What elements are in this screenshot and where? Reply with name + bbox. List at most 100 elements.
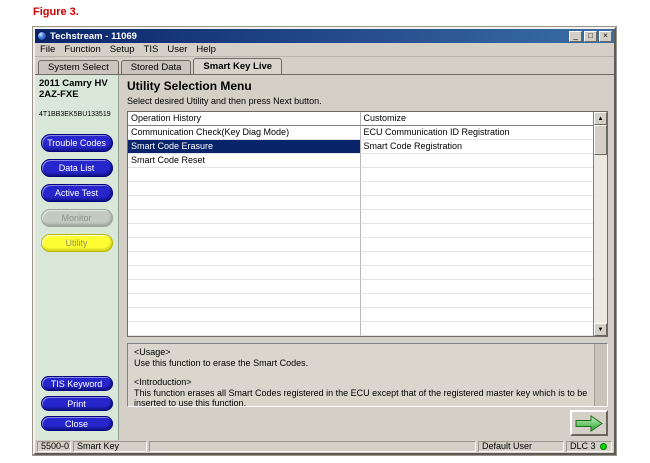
minimize-button[interactable]: _ — [569, 31, 582, 42]
table-scrollbar[interactable]: ▲ ▼ — [593, 112, 607, 336]
table-row-empty — [128, 294, 593, 308]
tab-bar: System SelectStored DataSmart Key Live — [35, 57, 614, 74]
table-row-empty — [128, 210, 593, 224]
utility-table: Operation HistoryCustomizeCommunication … — [127, 111, 608, 337]
table-header-row: Operation HistoryCustomize — [128, 112, 593, 126]
sidebar-button-print[interactable]: Print — [41, 396, 113, 411]
scroll-up-icon[interactable]: ▲ — [594, 112, 607, 125]
cell-operation-history — [128, 266, 361, 280]
cell-customize — [361, 308, 594, 322]
scrollbar-track[interactable] — [594, 125, 607, 323]
sidebar-button-monitor: Monitor — [41, 209, 113, 227]
cell-customize[interactable]: ECU Communication ID Registration — [361, 126, 594, 140]
introduction-text: This function erases all Smart Codes reg… — [134, 388, 588, 407]
cell-operation-history — [128, 168, 361, 182]
menu-tis[interactable]: TIS — [144, 44, 159, 55]
cell-operation-history[interactable]: Smart Code Reset — [128, 154, 361, 168]
page-subtitle: Select desired Utility and then press Ne… — [127, 96, 322, 106]
scrollbar-thumb[interactable] — [594, 125, 607, 155]
cell-operation-history — [128, 196, 361, 210]
cell-operation-history — [128, 280, 361, 294]
status-screen-id: 5500-01 — [37, 441, 71, 452]
table-row-empty — [128, 168, 593, 182]
table-row-empty — [128, 238, 593, 252]
sidebar-button-tis-keyword[interactable]: TIS Keyword — [41, 376, 113, 391]
cell-customize — [361, 154, 594, 168]
content-area: 2011 Camry HV 2AZ-FXE 4T1BB3EK5BU133519 … — [35, 74, 614, 440]
table-row-empty — [128, 182, 593, 196]
info-gap — [134, 368, 588, 377]
table-row-empty — [128, 224, 593, 238]
menu-function[interactable]: Function — [64, 44, 100, 55]
status-bar: 5500-01 Smart Key Default User DLC 3 — [35, 440, 614, 453]
sidebar-button-utility[interactable]: Utility — [41, 234, 113, 252]
menu-user[interactable]: User — [167, 44, 187, 55]
cell-operation-history — [128, 322, 361, 336]
vehicle-vin: 4T1BB3EK5BU133519 — [39, 109, 114, 120]
cell-customize — [361, 238, 594, 252]
tab-system-select[interactable]: System Select — [38, 60, 119, 74]
sidebar-bottom-buttons: TIS Keyword Print Close — [35, 376, 118, 436]
sidebar-function-buttons: Trouble Codes Data List Active Test Monitor… — [35, 134, 118, 259]
window-title: Techstream - 11069 — [50, 31, 566, 42]
sidebar: 2011 Camry HV 2AZ-FXE 4T1BB3EK5BU133519 … — [35, 75, 119, 440]
table-row[interactable]: Smart Code ErasureSmart Code Registratio… — [128, 140, 593, 154]
column-header-operation-history: Operation History — [128, 112, 361, 126]
cell-customize — [361, 294, 594, 308]
info-text: <Usage> Use this function to erase the S… — [128, 344, 594, 406]
vehicle-info: 2011 Camry HV 2AZ-FXE 4T1BB3EK5BU133519 — [35, 75, 118, 120]
column-header-customize: Customize — [361, 112, 594, 126]
table-row-empty — [128, 308, 593, 322]
techstream-window: Techstream - 11069 _ □ × File Function Set… — [33, 27, 616, 455]
status-dlc: DLC 3 — [566, 441, 612, 452]
table-row-empty — [128, 266, 593, 280]
next-arrow-icon — [575, 415, 603, 432]
cell-customize — [361, 210, 594, 224]
menu-setup[interactable]: Setup — [110, 44, 135, 55]
cell-operation-history — [128, 238, 361, 252]
cell-operation-history[interactable]: Smart Code Erasure — [128, 140, 361, 154]
table-row[interactable]: Smart Code Reset — [128, 154, 593, 168]
cell-customize — [361, 266, 594, 280]
usage-text: Use this function to erase the Smart Cod… — [134, 358, 588, 369]
cell-customize[interactable]: Smart Code Registration — [361, 140, 594, 154]
cell-operation-history — [128, 224, 361, 238]
status-user: Default User — [478, 441, 564, 452]
scroll-down-icon[interactable]: ▼ — [594, 323, 607, 336]
vehicle-engine: 2AZ-FXE — [39, 89, 114, 100]
cell-customize — [361, 224, 594, 238]
connection-status-icon — [600, 443, 607, 450]
tab-smart-key-live[interactable]: Smart Key Live — [193, 58, 282, 74]
cell-operation-history — [128, 294, 361, 308]
status-dlc-label: DLC 3 — [570, 442, 596, 451]
sidebar-spacer — [35, 259, 118, 376]
main-panel: Utility Selection Menu Select desired Ut… — [119, 75, 614, 440]
cell-operation-history[interactable]: Communication Check(Key Diag Mode) — [128, 126, 361, 140]
menubar: File Function Setup TIS User Help — [35, 43, 614, 57]
menu-help[interactable]: Help — [196, 44, 216, 55]
introduction-header: <Introduction> — [134, 377, 588, 388]
maximize-button[interactable]: □ — [584, 31, 597, 42]
cell-customize — [361, 252, 594, 266]
figure-label: Figure 3. — [33, 6, 79, 18]
page-title: Utility Selection Menu — [127, 79, 252, 93]
cell-operation-history — [128, 210, 361, 224]
info-scrollbar[interactable] — [594, 344, 607, 406]
app-icon — [37, 31, 47, 41]
sidebar-button-trouble-codes[interactable]: Trouble Codes — [41, 134, 113, 152]
table-row[interactable]: Communication Check(Key Diag Mode)ECU Co… — [128, 126, 593, 140]
sidebar-button-active-test[interactable]: Active Test — [41, 184, 113, 202]
sidebar-button-data-list[interactable]: Data List — [41, 159, 113, 177]
cell-customize — [361, 182, 594, 196]
table-row-empty — [128, 280, 593, 294]
cell-customize — [361, 280, 594, 294]
table-row-empty — [128, 196, 593, 210]
next-button[interactable] — [570, 410, 608, 436]
table-row-empty — [128, 252, 593, 266]
menu-file[interactable]: File — [40, 44, 55, 55]
cell-customize — [361, 322, 594, 336]
tab-stored-data[interactable]: Stored Data — [121, 60, 192, 74]
cell-operation-history — [128, 252, 361, 266]
close-button[interactable]: × — [599, 31, 612, 42]
sidebar-button-close[interactable]: Close — [41, 416, 113, 431]
